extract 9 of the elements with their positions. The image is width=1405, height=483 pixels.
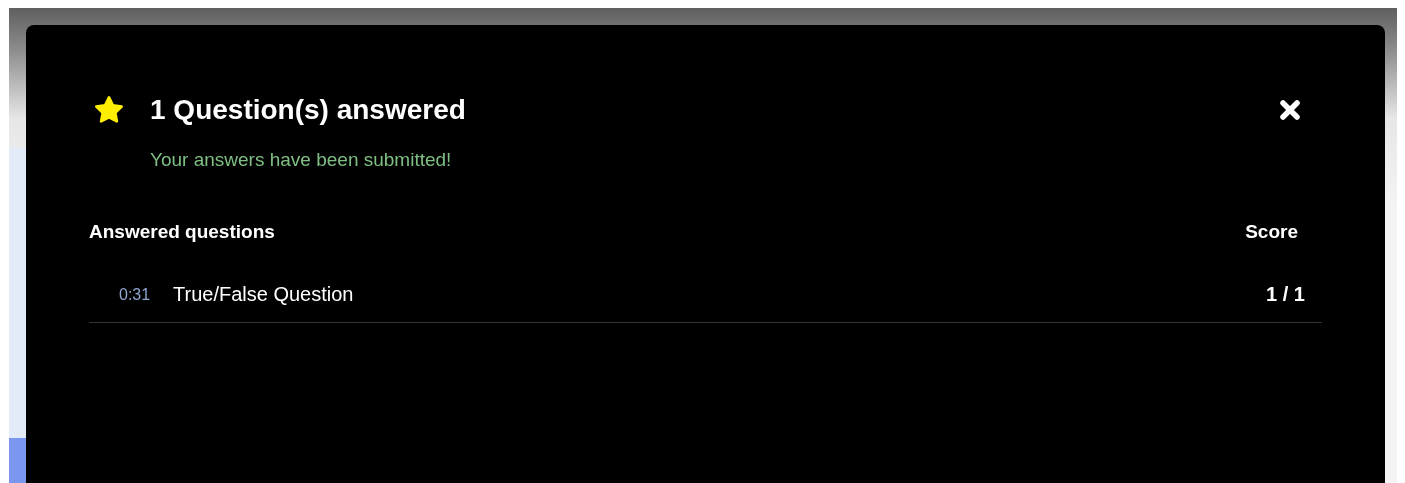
star-icon <box>93 93 125 126</box>
answer-time: 0:31 <box>119 285 152 304</box>
column-header: Answered questions <box>89 221 275 243</box>
question-score: 1 / 1 <box>1266 283 1305 306</box>
close-button[interactable] <box>1278 97 1302 122</box>
dialog-title: 1 Question(s) answered <box>150 93 467 126</box>
question-title: True/False Question <box>173 283 355 306</box>
success-message: Your answers have been submitted! <box>150 149 453 171</box>
column-header: Score <box>1245 221 1298 243</box>
